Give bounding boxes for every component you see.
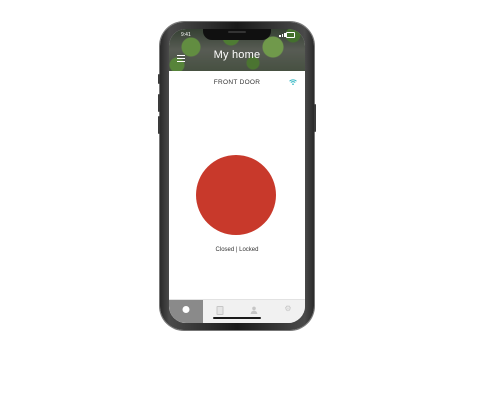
wifi-icon — [289, 79, 297, 85]
phone-volume-down — [158, 116, 160, 134]
tab-users[interactable] — [237, 300, 271, 323]
phone-notch — [203, 29, 271, 40]
tab-log[interactable] — [203, 300, 237, 323]
phone-power-button — [314, 104, 316, 132]
lock-toggle-button[interactable] — [196, 155, 276, 235]
users-icon — [250, 306, 258, 314]
phone-frame: 9:41 My home FRONT DOOR Closed | Locked … — [158, 22, 316, 330]
tab-lock[interactable] — [169, 300, 203, 323]
log-list-icon — [216, 306, 224, 315]
phone-volume-up — [158, 94, 160, 112]
signal-bar — [281, 34, 283, 37]
lock-circle-icon — [182, 306, 190, 313]
phone-side-button — [158, 74, 160, 84]
status-time: 9:41 — [181, 32, 191, 38]
speaker-grille — [228, 31, 246, 33]
lock-status-text: Closed | Locked — [215, 247, 259, 253]
home-indicator[interactable] — [213, 317, 261, 319]
device-panel: FRONT DOOR Closed | Locked — [169, 71, 305, 299]
battery-icon — [286, 32, 295, 38]
device-name: FRONT DOOR — [213, 79, 261, 86]
signal-bar — [279, 35, 281, 37]
gear-icon: ⚙ — [284, 304, 292, 313]
bottom-tab-bar: ⚙ — [169, 299, 305, 323]
status-indicators — [279, 32, 295, 38]
stage: 9:41 My home FRONT DOOR Closed | Locked … — [0, 0, 500, 400]
tab-settings[interactable]: ⚙ — [271, 300, 305, 323]
page-title: My home — [213, 49, 261, 61]
app-screen: 9:41 My home FRONT DOOR Closed | Locked … — [169, 29, 305, 323]
